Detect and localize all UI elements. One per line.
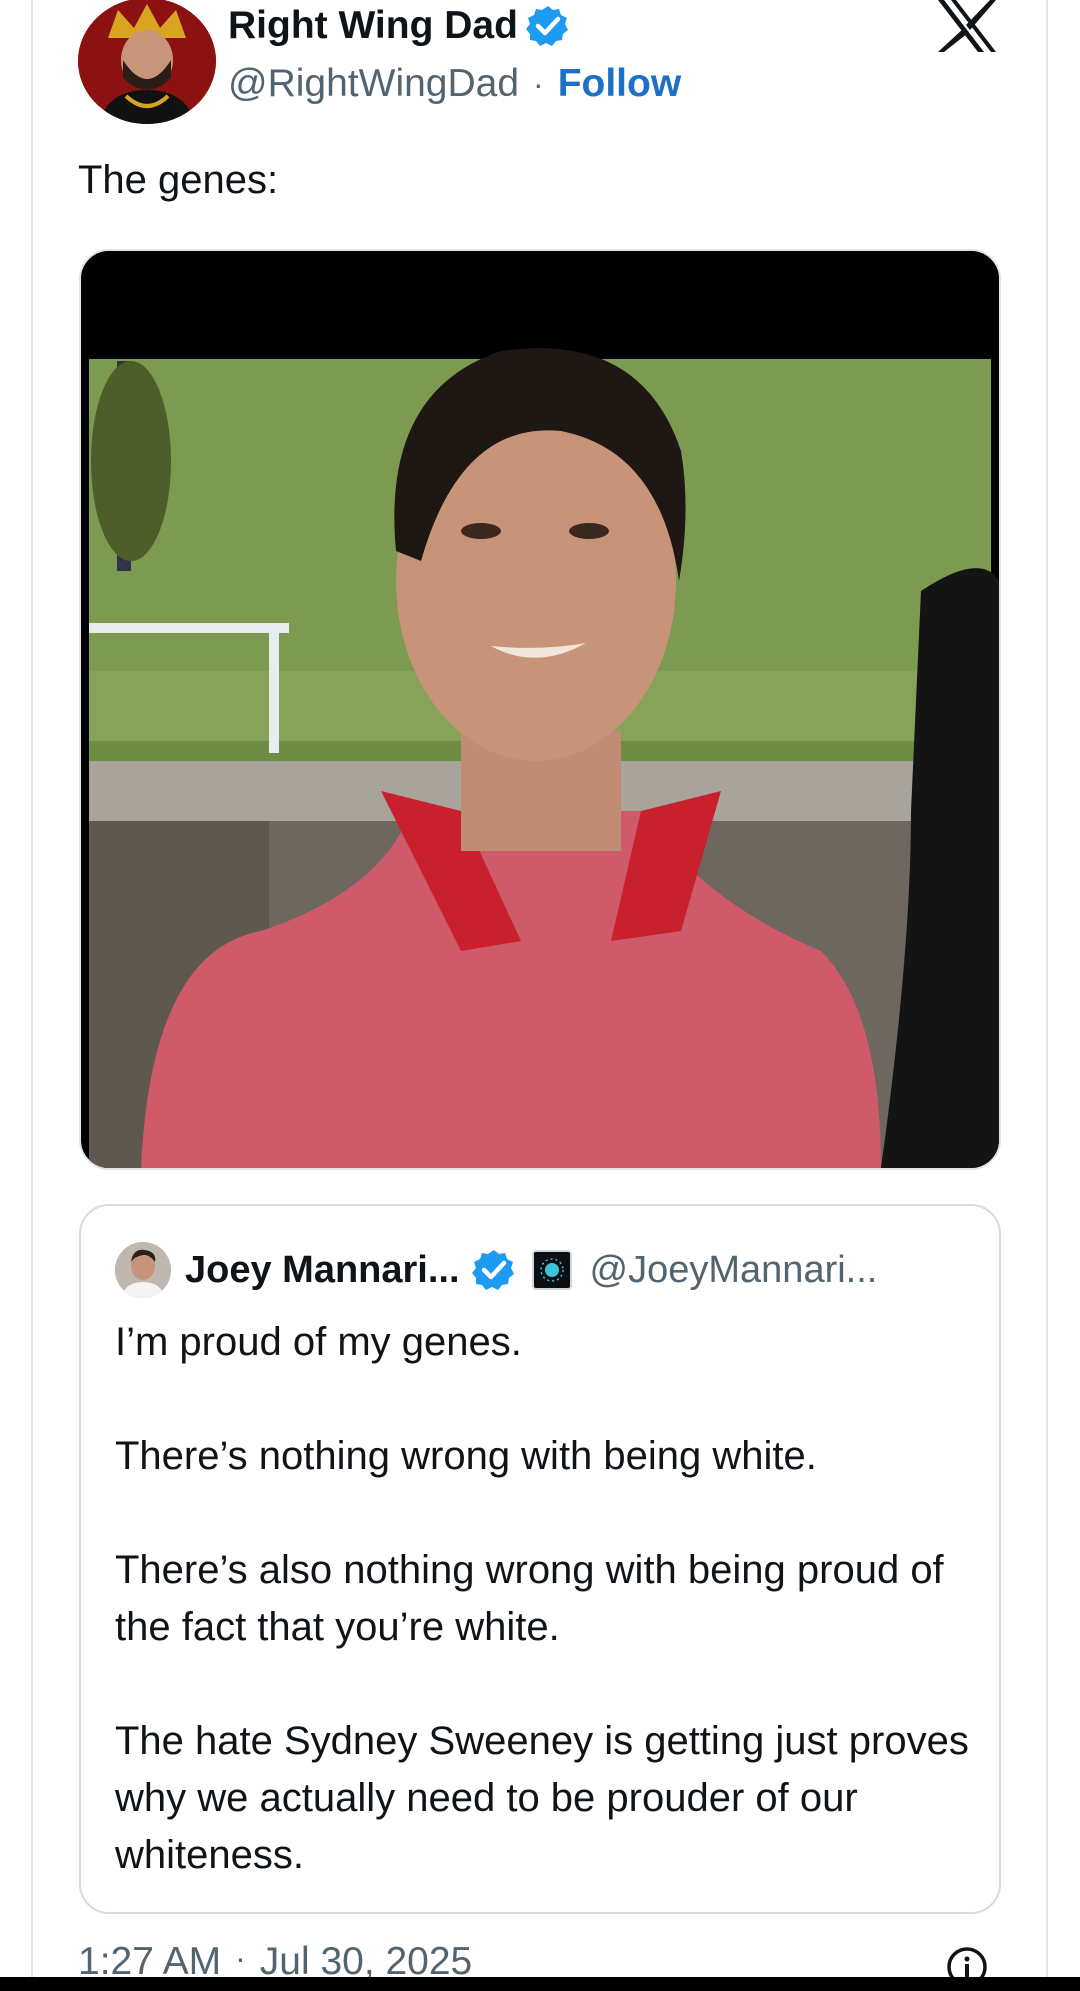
quoted-paragraph: There’s nothing wrong with being white. <box>115 1434 817 1478</box>
affiliate-badge-icon[interactable] <box>531 1250 572 1290</box>
quoted-author-name[interactable]: Joey Mannari... <box>185 1249 460 1292</box>
quoted-paragraph: There’s also nothing wrong with being pr… <box>115 1548 944 1649</box>
quoted-author-avatar[interactable] <box>115 1242 171 1298</box>
quoted-tweet-header: Joey Mannari... @JoeyMannari... <box>115 1240 877 1300</box>
author-name[interactable]: Right Wing Dad <box>228 4 518 48</box>
tweet-text: The genes: <box>78 158 279 202</box>
verified-badge-icon <box>525 6 568 46</box>
author-handle[interactable]: @RightWingDad <box>228 62 519 106</box>
author-name-row: Right Wing Dad <box>228 0 570 52</box>
quoted-author-handle[interactable]: @JoeyMannari... <box>590 1249 878 1292</box>
author-handle-row: @RightWingDad · Follow <box>228 58 681 110</box>
quoted-tweet[interactable]: Joey Mannari... @JoeyMannari... I’m prou… <box>79 1204 1001 1914</box>
separator-dot: · <box>533 65 544 102</box>
author-avatar[interactable] <box>78 0 216 124</box>
quoted-paragraph: I’m proud of my genes. <box>115 1320 522 1364</box>
verified-badge-icon <box>471 1250 514 1290</box>
x-logo-icon[interactable] <box>934 0 1000 52</box>
quoted-tweet-text: I’m proud of my genes. There’s nothing w… <box>115 1314 975 1884</box>
quoted-paragraph: The hate Sydney Sweeney is getting just … <box>115 1719 969 1877</box>
follow-button[interactable]: Follow <box>558 62 681 106</box>
system-navigation-bar <box>0 1977 1080 1991</box>
tweet-photo[interactable] <box>79 249 1001 1170</box>
